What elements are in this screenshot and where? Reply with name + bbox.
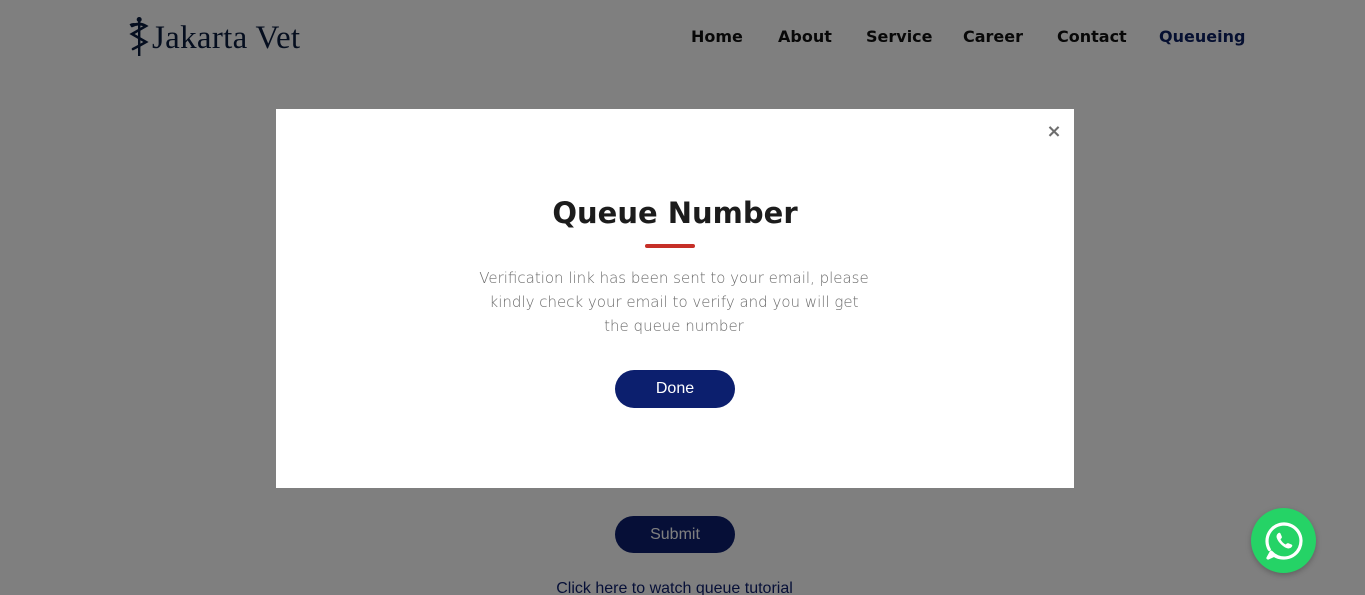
whatsapp-chat-button[interactable] <box>1251 508 1316 573</box>
close-icon[interactable]: × <box>1044 121 1064 143</box>
done-button[interactable]: Done <box>615 370 735 408</box>
title-underline <box>645 244 695 248</box>
whatsapp-icon <box>1264 521 1303 560</box>
modal-message: Verification link has been sent to your … <box>479 269 869 335</box>
queue-number-modal: × Queue Number Verification link has bee… <box>276 109 1074 488</box>
modal-title: Queue Number <box>552 196 798 230</box>
